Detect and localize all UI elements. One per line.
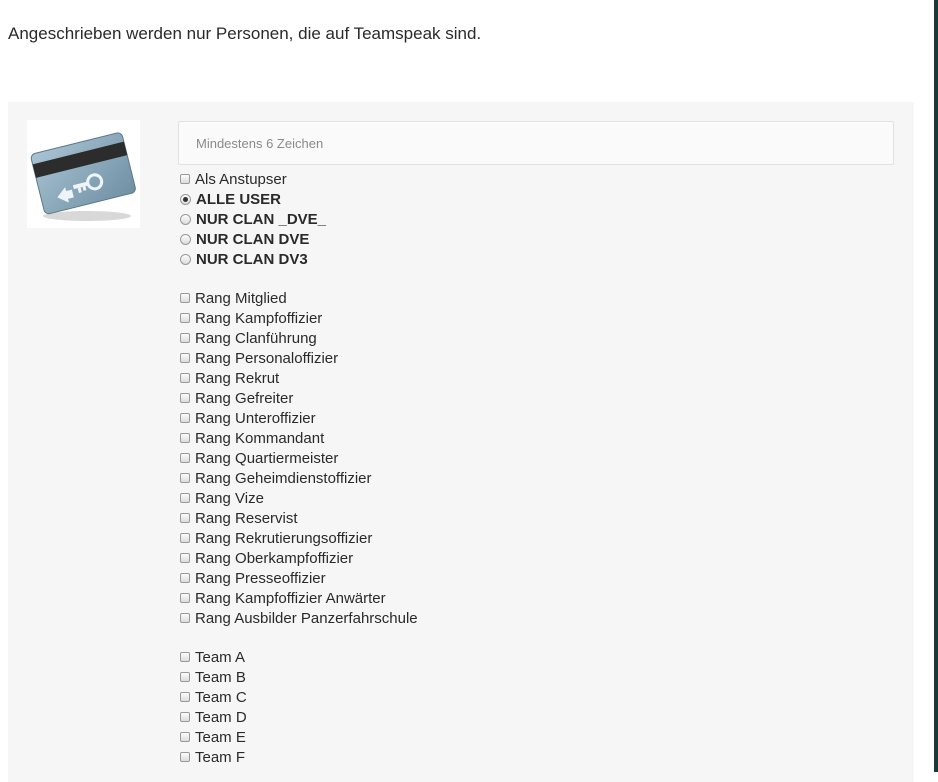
rank-label: Rang Geheimdienstoffizier	[195, 469, 372, 487]
rank-checkbox[interactable]	[180, 613, 190, 623]
window-edge	[934, 0, 938, 772]
rank-checkbox[interactable]	[180, 393, 190, 403]
team-checkbox[interactable]	[180, 652, 190, 662]
rank-label: Rang Vize	[195, 489, 264, 507]
radio-clan-dv3-button[interactable]	[180, 253, 191, 265]
rank-label: Rang Presseoffizier	[195, 569, 326, 587]
rank-checkbox-row[interactable]: Rang Rekrutierungsoffizier	[180, 528, 418, 548]
rank-checkbox[interactable]	[180, 513, 190, 523]
rank-label: Rang Rekrut	[195, 369, 280, 387]
rank-checkbox-row[interactable]: Rang Kampfoffizier Anwärter	[180, 588, 418, 608]
rank-checkbox[interactable]	[180, 493, 190, 503]
rank-checkbox-row[interactable]: Rang Oberkampfoffizier	[180, 548, 418, 568]
keycard-icon-graphic	[30, 132, 136, 221]
password-input[interactable]	[178, 121, 894, 165]
rank-checkbox-row[interactable]: Rang Geheimdienstoffizier	[180, 468, 418, 488]
radio-label: NUR CLAN DVE	[196, 230, 310, 248]
poke-checkbox[interactable]	[180, 174, 190, 184]
rank-checkbox[interactable]	[180, 573, 190, 583]
radio-clan-dv3[interactable]: NUR CLAN DV3	[180, 249, 418, 269]
rank-checkbox[interactable]	[180, 433, 190, 443]
team-checkbox-row[interactable]: Team D	[180, 707, 418, 727]
team-checkbox[interactable]	[180, 732, 190, 742]
rank-label: Rang Personaloffizier	[195, 349, 339, 367]
keycard-icon	[27, 120, 140, 228]
rank-label: Rang Kampfoffizier Anwärter	[195, 589, 386, 607]
rank-checkbox[interactable]	[180, 473, 190, 483]
rank-label: Rang Quartiermeister	[195, 449, 339, 467]
rank-label: Rang Gefreiter	[195, 389, 294, 407]
team-checkbox-row[interactable]: Team C	[180, 687, 418, 707]
radio-all-users-button[interactable]	[180, 193, 191, 205]
rank-checkbox[interactable]	[180, 593, 190, 603]
rank-list: Rang Mitglied Rang Kampfoffizier Rang Cl…	[180, 288, 418, 628]
team-checkbox-row[interactable]: Team B	[180, 667, 418, 687]
recipient-options: Als Anstupser ALLE USER NUR CLAN _DVE_ N…	[180, 169, 418, 767]
rank-checkbox-row[interactable]: Rang Personaloffizier	[180, 348, 418, 368]
rank-label: Rang Reservist	[195, 509, 298, 527]
rank-checkbox[interactable]	[180, 453, 190, 463]
rank-checkbox[interactable]	[180, 313, 190, 323]
team-label: Team C	[195, 688, 247, 706]
team-list: Team A Team B Team C Team D Team E Team …	[180, 647, 418, 767]
rank-label: Rang Rekrutierungsoffizier	[195, 529, 373, 547]
rank-checkbox-row[interactable]: Rang Quartiermeister	[180, 448, 418, 468]
rank-checkbox-row[interactable]: Rang Unteroffizier	[180, 408, 418, 428]
radio-label: ALLE USER	[196, 190, 282, 208]
rank-checkbox-row[interactable]: Rang Clanführung	[180, 328, 418, 348]
team-checkbox[interactable]	[180, 752, 190, 762]
notice-text: Angeschrieben werden nur Personen, die a…	[8, 24, 482, 43]
rank-label: Rang Unteroffizier	[195, 409, 316, 427]
team-label: Team E	[195, 728, 246, 746]
rank-checkbox-row[interactable]: Rang Kampfoffizier	[180, 308, 418, 328]
rank-checkbox-row[interactable]: Rang Kommandant	[180, 428, 418, 448]
rank-checkbox[interactable]	[180, 553, 190, 563]
team-checkbox-row[interactable]: Team E	[180, 727, 418, 747]
rank-label: Rang Kommandant	[195, 429, 325, 447]
rank-checkbox-row[interactable]: Rang Gefreiter	[180, 388, 418, 408]
rank-checkbox[interactable]	[180, 373, 190, 383]
team-label: Team B	[195, 668, 246, 686]
team-label: Team F	[195, 748, 246, 766]
poke-label: Als Anstupser	[195, 170, 287, 188]
rank-label: Rang Oberkampfoffizier	[195, 549, 354, 567]
rank-checkbox[interactable]	[180, 353, 190, 363]
team-label: Team A	[195, 648, 246, 666]
radio-label: NUR CLAN DV3	[196, 250, 308, 268]
team-checkbox-row[interactable]: Team A	[180, 647, 418, 667]
rank-checkbox-row[interactable]: Rang Presseoffizier	[180, 568, 418, 588]
rank-label: Rang Clanführung	[195, 329, 317, 347]
radio-clan-dve-button[interactable]	[180, 233, 191, 245]
rank-checkbox-row[interactable]: Rang Reservist	[180, 508, 418, 528]
rank-checkbox-row[interactable]: Rang Mitglied	[180, 288, 418, 308]
radio-label: NUR CLAN _DVE_	[196, 210, 327, 228]
poke-checkbox-row[interactable]: Als Anstupser	[180, 169, 418, 189]
radio-clan-dve-underscore-button[interactable]	[180, 213, 191, 225]
team-checkbox-row[interactable]: Team F	[180, 747, 418, 767]
message-form-panel: Als Anstupser ALLE USER NUR CLAN _DVE_ N…	[8, 102, 914, 782]
rank-label: Rang Mitglied	[195, 289, 287, 307]
team-checkbox[interactable]	[180, 672, 190, 682]
rank-checkbox-row[interactable]: Rang Vize	[180, 488, 418, 508]
team-checkbox[interactable]	[180, 712, 190, 722]
team-label: Team D	[195, 708, 247, 726]
radio-clan-dve-underscore[interactable]: NUR CLAN _DVE_	[180, 209, 418, 229]
radio-all-users[interactable]: ALLE USER	[180, 189, 418, 209]
rank-checkbox[interactable]	[180, 293, 190, 303]
team-checkbox[interactable]	[180, 692, 190, 702]
radio-clan-dve[interactable]: NUR CLAN DVE	[180, 229, 418, 249]
rank-checkbox-row[interactable]: Rang Ausbilder Panzerfahrschule	[180, 608, 418, 628]
rank-checkbox[interactable]	[180, 333, 190, 343]
rank-label: Rang Ausbilder Panzerfahrschule	[195, 609, 418, 627]
rank-checkbox[interactable]	[180, 533, 190, 543]
rank-checkbox-row[interactable]: Rang Rekrut	[180, 368, 418, 388]
rank-label: Rang Kampfoffizier	[195, 309, 323, 327]
rank-checkbox[interactable]	[180, 413, 190, 423]
